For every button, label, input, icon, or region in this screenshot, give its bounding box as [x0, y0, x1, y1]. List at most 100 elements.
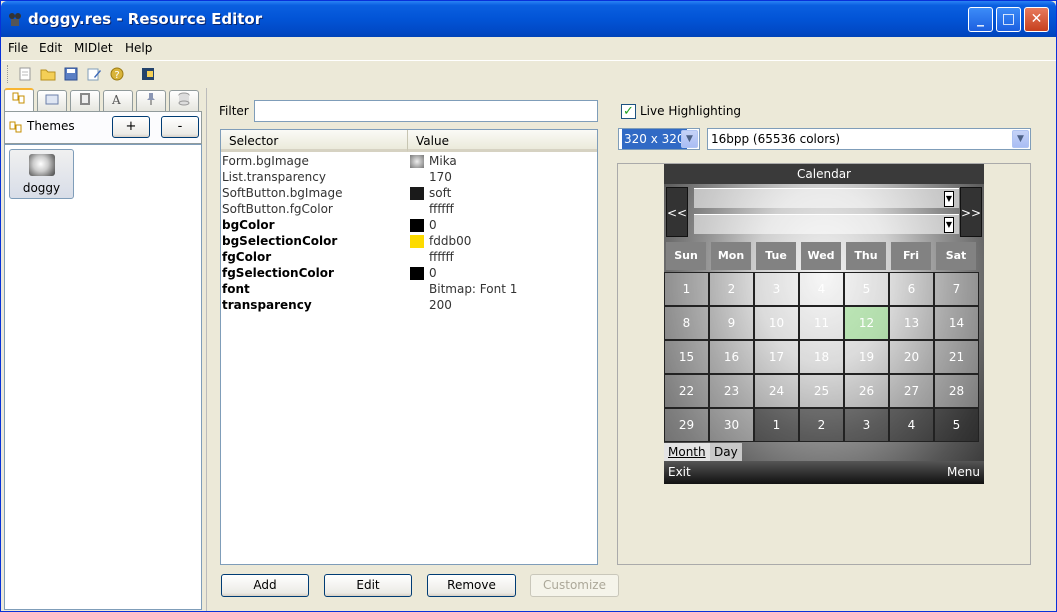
chevron-down-icon[interactable]: ▼ — [1012, 130, 1029, 148]
table-row[interactable]: List.transparency 170 — [221, 169, 597, 185]
edit-icon[interactable] — [85, 66, 103, 84]
calendar-day-cell[interactable]: 30 — [709, 408, 754, 442]
window-title: doggy.res - Resource Editor — [28, 10, 263, 28]
calendar-day-cell[interactable]: 7 — [934, 272, 979, 306]
open-folder-icon[interactable] — [39, 66, 57, 84]
save-icon[interactable] — [62, 66, 80, 84]
add-button[interactable]: Add — [221, 574, 309, 597]
calendar-day-cell[interactable]: 24 — [754, 374, 799, 408]
calendar-day-cell[interactable]: 2 — [799, 408, 844, 442]
calendar-day-cell[interactable]: 25 — [799, 374, 844, 408]
chevron-down-icon[interactable]: ▼ — [681, 130, 698, 148]
table-row[interactable]: Form.bgImage Mika — [221, 153, 597, 169]
calendar-day-cell[interactable]: 1 — [754, 408, 799, 442]
color-depth-select[interactable]: 16bpp (65536 colors) ▼ — [707, 128, 1031, 150]
calendar-day-cell[interactable]: 13 — [889, 306, 934, 340]
close-button[interactable]: ✕ — [1024, 7, 1049, 32]
tab-data[interactable] — [169, 90, 199, 111]
calendar-day-cell[interactable]: 11 — [799, 306, 844, 340]
menu-file[interactable]: File — [8, 41, 28, 55]
calendar-day-cell[interactable]: 3 — [754, 272, 799, 306]
next-month-button[interactable]: >> — [960, 187, 982, 237]
phone-preview-screen[interactable]: Calendar << >> ▼ ▼ Sun Mon Tue Wed Thu Fri Sat… — [664, 164, 984, 484]
calendar-day-cell[interactable]: 18 — [799, 340, 844, 374]
add-theme-button[interactable]: + — [112, 116, 150, 138]
calendar-day-cell[interactable]: 16 — [709, 340, 754, 374]
year-spinner[interactable]: ▼ — [694, 214, 959, 234]
calendar-day-cell[interactable]: 5 — [844, 272, 889, 306]
spinner-arrow-icon[interactable]: ▼ — [944, 217, 954, 233]
calendar-day-cell[interactable]: 23 — [709, 374, 754, 408]
calendar-day-cell[interactable]: 4 — [889, 408, 934, 442]
run-midlet-icon[interactable] — [139, 66, 157, 84]
exit-softkey[interactable]: Exit — [668, 461, 691, 484]
toolbar-grip[interactable] — [7, 65, 10, 83]
font-icon: A — [111, 93, 121, 107]
calendar-day-cell[interactable]: 10 — [754, 306, 799, 340]
resolution-select[interactable]: 320 x 320 ▼ — [618, 128, 700, 150]
calendar-day-cell[interactable]: 17 — [754, 340, 799, 374]
calendar-day-cell[interactable]: 21 — [934, 340, 979, 374]
prev-month-button[interactable]: << — [666, 187, 688, 237]
calendar-day-cell[interactable]: 3 — [844, 408, 889, 442]
app-icon — [7, 11, 23, 27]
tab-images[interactable] — [37, 90, 67, 111]
table-row[interactable]: font Bitmap: Font 1 — [221, 281, 597, 297]
calendar-day-cell[interactable]: 9 — [709, 306, 754, 340]
menu-softkey[interactable]: Menu — [947, 461, 980, 484]
minimize-button[interactable]: _ — [968, 7, 993, 32]
month-spinner[interactable]: ▼ — [694, 188, 959, 208]
live-highlighting-checkbox[interactable]: ✓ — [621, 104, 636, 119]
calendar-day-cell[interactable]: 14 — [934, 306, 979, 340]
edit-button[interactable]: Edit — [324, 574, 412, 597]
tab-day[interactable]: Day — [710, 443, 742, 461]
table-row[interactable]: SoftButton.bgImage soft — [221, 185, 597, 201]
table-row[interactable]: bgSelectionColor fddb00 — [221, 233, 597, 249]
calendar-day-cell[interactable]: 2 — [709, 272, 754, 306]
table-row[interactable]: fgSelectionColor 0 — [221, 265, 597, 281]
remove-button[interactable]: Remove — [427, 574, 516, 597]
tab-animations[interactable] — [70, 90, 100, 111]
svg-text:A: A — [111, 93, 121, 107]
customize-button[interactable]: Customize — [530, 574, 619, 597]
color-swatch — [410, 235, 424, 248]
table-row[interactable]: bgColor 0 — [221, 217, 597, 233]
calendar-day-cell[interactable]: 4 — [799, 272, 844, 306]
color-swatch — [410, 251, 424, 264]
calendar-day-cell[interactable]: 22 — [664, 374, 709, 408]
calendar-day-cell[interactable]: 20 — [889, 340, 934, 374]
table-row[interactable]: SoftButton.fgColor ffffff — [221, 201, 597, 217]
menu-help[interactable]: Help — [125, 41, 152, 55]
selector-cell: SoftButton.bgImage — [222, 186, 343, 200]
tab-month[interactable]: Month — [664, 443, 710, 461]
table-row[interactable]: fgColor ffffff — [221, 249, 597, 265]
tab-fonts[interactable]: A — [103, 90, 133, 111]
calendar-day-cell[interactable]: 12 — [844, 306, 889, 340]
help-icon[interactable]: ? — [108, 66, 126, 84]
table-row[interactable]: transparency 200 — [221, 297, 597, 313]
calendar-day-cell[interactable]: 19 — [844, 340, 889, 374]
calendar-day-cell[interactable]: 6 — [889, 272, 934, 306]
filter-input[interactable] — [254, 100, 598, 122]
remove-theme-button[interactable]: - — [161, 116, 199, 138]
tab-themes[interactable] — [4, 88, 34, 112]
maximize-button[interactable]: □ — [996, 7, 1021, 32]
menu-edit[interactable]: Edit — [39, 41, 62, 55]
column-header-value[interactable]: Value — [408, 130, 597, 152]
tab-localization[interactable] — [136, 90, 166, 111]
theme-item-doggy[interactable]: doggy — [9, 149, 74, 199]
calendar-day-cell[interactable]: 5 — [934, 408, 979, 442]
selector-cell: transparency — [222, 298, 312, 312]
calendar-day-cell[interactable]: 27 — [889, 374, 934, 408]
calendar-day-cell[interactable]: 1 — [664, 272, 709, 306]
calendar-day-cell[interactable]: 28 — [934, 374, 979, 408]
menu-midlet[interactable]: MIDlet — [74, 41, 113, 55]
column-header-selector[interactable]: Selector — [221, 130, 408, 152]
new-file-icon[interactable] — [16, 66, 34, 84]
title-bar[interactable]: doggy.res - Resource Editor _ □ ✕ — [1, 1, 1056, 37]
calendar-day-cell[interactable]: 26 — [844, 374, 889, 408]
calendar-day-cell[interactable]: 29 — [664, 408, 709, 442]
calendar-day-cell[interactable]: 8 — [664, 306, 709, 340]
calendar-day-cell[interactable]: 15 — [664, 340, 709, 374]
spinner-arrow-icon[interactable]: ▼ — [944, 191, 954, 207]
